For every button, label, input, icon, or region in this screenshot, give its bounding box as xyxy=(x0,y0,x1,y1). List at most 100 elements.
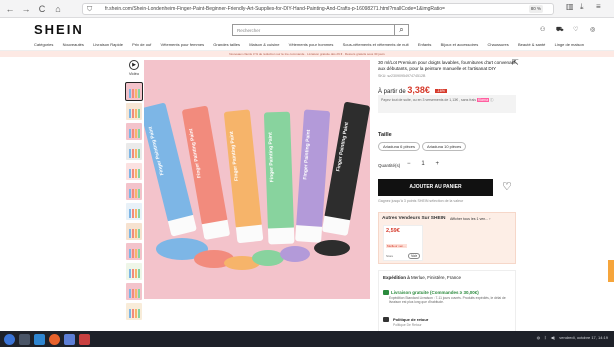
shield-icon: ⛉ xyxy=(87,6,93,13)
sellers-view-all-link[interactable]: Afficher tous les 1 ven... › xyxy=(450,217,490,221)
start-menu-icon[interactable] xyxy=(4,333,15,345)
user-icon[interactable]: ⚇ xyxy=(540,26,545,33)
promo-banner[interactable]: Nouveaux clients 3 % de réduction sur la… xyxy=(0,51,614,57)
search-icon[interactable]: ⌕ xyxy=(394,24,408,36)
category-link[interactable]: Livraison Rapide xyxy=(93,42,123,50)
category-link[interactable]: Maison & cuisine xyxy=(249,42,279,50)
product-sku: SKU: sz2309095497474512B xyxy=(378,74,426,78)
browser-window: ← → C ⌂ ⛉ fr.shein.com/Shein-Londenheim-… xyxy=(0,0,614,347)
home-icon[interactable]: ⌂ xyxy=(52,3,64,15)
tube-cap xyxy=(235,224,264,244)
category-link[interactable]: Chaussures xyxy=(487,42,508,50)
globe-icon[interactable]: ◎ xyxy=(590,26,595,33)
menu-icon[interactable]: ≡ xyxy=(596,2,601,11)
gallery-thumbnail[interactable] xyxy=(126,163,142,180)
category-link[interactable]: Vêtements pour femmes xyxy=(161,42,205,50)
tube-cap xyxy=(321,215,351,237)
os-taskbar: ◍ ᛒ ◀) vendredi, octobre 17, 14:19 xyxy=(0,331,614,347)
terminal-icon[interactable] xyxy=(34,333,45,345)
gallery-thumbnail[interactable] xyxy=(126,263,142,280)
size-option[interactable]: Ariaduna 10 pièces xyxy=(422,142,467,151)
shipping-prefix: Expédition à xyxy=(383,275,410,280)
shipping-detail: Expédition Standard Livraison : 7-11 jou… xyxy=(389,296,506,304)
size-option[interactable]: Ariaduna 6 pièces xyxy=(378,142,421,151)
search-input[interactable]: Rechercher ⌕ xyxy=(232,24,409,36)
tube-label: Finger Painting Paint xyxy=(228,130,241,182)
sellers-heading: Autres Vendeurs Sur SHEIN xyxy=(382,216,446,221)
cart-icon[interactable]: ⛟ xyxy=(556,26,564,34)
shipping-location[interactable]: Merlue, Finistère, France xyxy=(411,275,461,280)
gallery-thumbnail[interactable] xyxy=(126,303,142,320)
tube-label: Finger Painting Paint xyxy=(302,129,312,180)
system-tray: ◍ ᛒ ◀) vendredi, octobre 17, 14:19 xyxy=(534,335,608,340)
video-label: Vidéo xyxy=(128,71,140,76)
tube-cap xyxy=(201,219,231,241)
wishlist-heart-icon[interactable]: ♡ xyxy=(502,180,512,193)
category-nav: Catégories Nouveautés Livraison Rapide Prix… xyxy=(0,42,614,51)
quantity-label: Quantité(s) xyxy=(378,163,401,168)
truck-icon xyxy=(383,290,389,295)
tube-label: Finger Painting Paint xyxy=(188,128,203,179)
return-icon xyxy=(383,317,389,322)
category-link[interactable]: Linge de maison xyxy=(555,42,584,50)
category-link[interactable]: Enfants xyxy=(418,42,432,50)
address-bar[interactable]: ⛉ fr.shein.com/Shein-Londenheim-Finger-P… xyxy=(82,3,554,15)
category-link[interactable]: Bijoux et accessoires xyxy=(441,42,479,50)
reload-icon[interactable]: C xyxy=(36,3,48,15)
category-link[interactable]: Catégories xyxy=(34,42,53,50)
category-link[interactable]: Sous-vêtements et vêtements de nuit xyxy=(343,42,409,50)
clock-text[interactable]: vendredi, octobre 17, 14:19 xyxy=(559,335,608,340)
add-to-cart-button[interactable]: AJOUTER AU PANIER xyxy=(378,179,493,196)
category-link[interactable]: Nouveautés xyxy=(63,42,84,50)
price-badge: -16% xyxy=(434,89,447,94)
forward-icon[interactable]: → xyxy=(20,3,32,15)
gallery-thumbnail[interactable] xyxy=(126,123,142,140)
category-link[interactable]: Grandes tailles xyxy=(213,42,240,50)
bluetooth-icon[interactable]: ᛒ xyxy=(544,335,546,340)
zoom-badge[interactable]: 80 % xyxy=(528,5,543,13)
video-thumb[interactable]: ▶ Vidéo xyxy=(126,60,142,82)
share-icon[interactable]: ⇱ xyxy=(512,58,519,67)
extensions-icon[interactable]: ▥ xyxy=(566,2,574,11)
shein-logo[interactable]: SHEIN xyxy=(34,22,84,37)
tube-cap xyxy=(295,225,323,243)
network-icon[interactable]: ◍ xyxy=(537,335,541,340)
other-sellers-panel: Autres Vendeurs Sur SHEIN Afficher tous … xyxy=(378,212,516,264)
qty-value[interactable]: 1 xyxy=(421,161,424,169)
shipping-panel: Expédition à Merlue, Finistère, France L… xyxy=(378,270,516,332)
gallery-thumbnail[interactable] xyxy=(126,143,142,160)
files-icon[interactable] xyxy=(19,333,30,345)
info-icon[interactable]: ⓘ xyxy=(490,98,494,102)
category-link[interactable]: Vêtements pour hommes xyxy=(289,42,334,50)
downloads-icon[interactable]: ⤓ xyxy=(580,2,584,12)
gallery-thumbnail[interactable] xyxy=(126,283,142,300)
search-placeholder: Rechercher xyxy=(237,28,261,33)
category-link[interactable]: Beauté & santé xyxy=(518,42,545,50)
price-value: 3,38€ xyxy=(407,85,430,95)
qty-plus-button[interactable]: + xyxy=(435,161,439,169)
side-promo-tab[interactable] xyxy=(608,260,614,282)
gallery-thumbnail[interactable] xyxy=(126,223,142,240)
firefox-icon[interactable] xyxy=(49,333,60,345)
gallery-thumbnail[interactable] xyxy=(126,243,142,260)
tube-label: Finger Painting Paint xyxy=(147,125,166,176)
product-main-image[interactable]: Finger Painting Paint Finger Painting Pai… xyxy=(144,60,370,299)
gallery-thumbnail[interactable] xyxy=(126,183,142,200)
gallery-thumbnail[interactable] xyxy=(125,82,143,101)
seller-price: 2,59€ xyxy=(386,228,400,234)
category-link[interactable]: Prix de ouf xyxy=(132,42,151,50)
heart-icon[interactable]: ♡ xyxy=(573,26,578,33)
seller-store: Store xyxy=(386,254,394,258)
gallery-thumbnail[interactable] xyxy=(126,103,142,120)
gallery-thumbnail[interactable] xyxy=(126,203,142,220)
tube-cap xyxy=(167,214,198,237)
seller-view-button[interactable]: Voir xyxy=(408,253,420,259)
app-icon[interactable] xyxy=(79,333,90,345)
app-icon[interactable] xyxy=(64,333,75,345)
seller-card[interactable]: 2,59€ Meilleur ven... Store Voir xyxy=(383,225,423,261)
back-icon[interactable]: ← xyxy=(4,3,16,15)
return-policy-title[interactable]: Politique de retour xyxy=(393,317,428,322)
qty-minus-button[interactable]: − xyxy=(407,161,411,169)
volume-icon[interactable]: ◀) xyxy=(551,335,555,340)
price-row: À partir de 3,38€ -16% xyxy=(378,85,447,95)
